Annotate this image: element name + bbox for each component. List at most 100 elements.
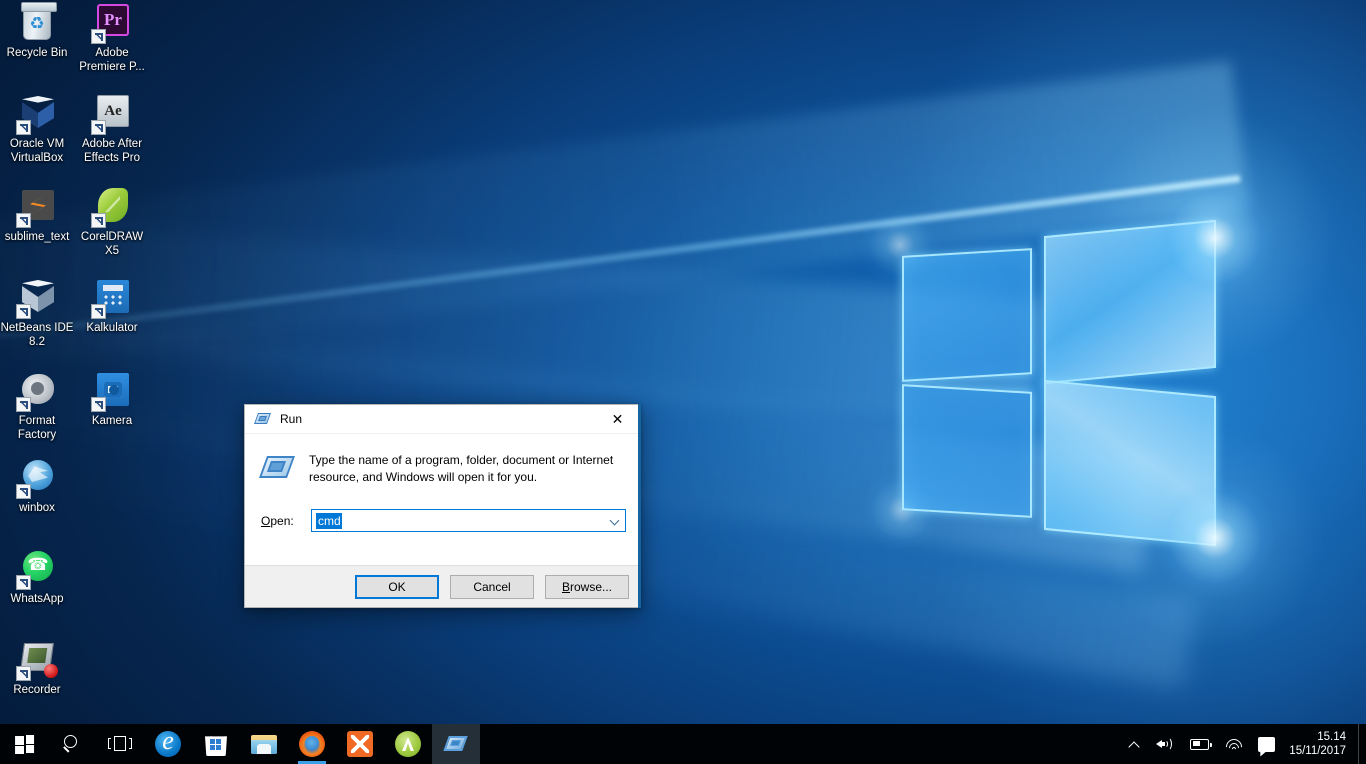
- browse-button[interactable]: Browse...: [545, 574, 629, 599]
- shortcut-arrow-icon: [91, 397, 106, 412]
- network-button[interactable]: [1217, 724, 1250, 764]
- volume-button[interactable]: [1148, 724, 1182, 764]
- shortcut-arrow-icon: [16, 575, 31, 590]
- taskbar-item-android-studio[interactable]: [384, 724, 432, 764]
- desktop-icon-label: Oracle VM VirtualBox: [9, 138, 65, 164]
- desktop[interactable]: Recycle Bin Pr Adobe Premiere P... Oracl…: [0, 0, 1366, 764]
- open-combobox[interactable]: cmd: [311, 509, 626, 532]
- volume-icon: [1156, 736, 1174, 752]
- desktop-icon-winbox[interactable]: winbox: [0, 457, 74, 516]
- windows-logo-pane: [1044, 379, 1216, 547]
- browse-button-accesskey: B: [561, 579, 570, 594]
- desktop-icon-label: CorelDRAW X5: [80, 231, 144, 257]
- whatsapp-icon: [16, 548, 58, 590]
- taskbar-item-run[interactable]: [432, 724, 480, 764]
- desktop-icon-label: WhatsApp: [10, 593, 64, 605]
- open-label: Open:: [261, 514, 311, 528]
- system-tray: 15.14 15/11/2017: [1121, 724, 1366, 764]
- windows-logo-pane: [902, 384, 1032, 518]
- run-program-icon: [258, 454, 296, 484]
- run-dialog[interactable]: Run ✕ Type the name of a program, folder…: [244, 404, 641, 608]
- clock-time: 15.14: [1317, 731, 1346, 743]
- taskbar-item-firefox[interactable]: [288, 724, 336, 764]
- recycle-bin-icon: [16, 2, 58, 44]
- desktop-icon-label: sublime_text: [4, 231, 70, 243]
- desktop-icon-recycle-bin[interactable]: Recycle Bin: [0, 2, 74, 61]
- shortcut-arrow-icon: [91, 304, 106, 319]
- sublime-text-icon: [16, 186, 58, 228]
- run-dialog-footer: OK Cancel Browse...: [245, 565, 640, 607]
- desktop-icon-adobe-premiere[interactable]: Pr Adobe Premiere P...: [75, 2, 149, 74]
- shortcut-arrow-icon: [16, 666, 31, 681]
- run-dialog-titlebar[interactable]: Run ✕: [245, 405, 640, 434]
- microsoft-store-icon: [205, 736, 227, 756]
- calculator-icon: [91, 277, 133, 319]
- taskbar-item-store[interactable]: [192, 724, 240, 764]
- action-center-button[interactable]: [1250, 724, 1283, 764]
- desktop-icon-label: Kalkulator: [86, 322, 138, 334]
- desktop-icon-recorder[interactable]: Recorder: [0, 639, 74, 698]
- desktop-icon-label: Kamera: [91, 415, 133, 427]
- desktop-icon-label: winbox: [19, 502, 55, 514]
- format-factory-icon: [16, 370, 58, 412]
- desktop-icon-label: Adobe Premiere P...: [79, 47, 145, 73]
- cancel-button[interactable]: Cancel: [450, 574, 534, 599]
- desktop-icon-label: Adobe After Effects Pro: [81, 138, 143, 164]
- run-dialog-title: Run: [280, 412, 303, 426]
- desktop-icon-format-factory[interactable]: Format Factory: [0, 370, 74, 442]
- open-field-row: Open: cmd: [245, 509, 640, 532]
- open-label-accesskey: O: [261, 513, 271, 528]
- desktop-icon-whatsapp[interactable]: WhatsApp: [0, 548, 74, 607]
- action-center-icon: [1258, 736, 1276, 752]
- desktop-icon-kalkulator[interactable]: Kalkulator: [75, 277, 149, 336]
- taskbar-item-edge[interactable]: [144, 724, 192, 764]
- clock[interactable]: 15.14 15/11/2017: [1283, 724, 1358, 764]
- desktop-icon-netbeans[interactable]: NetBeans IDE 8.2: [0, 277, 74, 349]
- android-studio-icon: [395, 731, 421, 757]
- camera-icon: [91, 370, 133, 412]
- task-view-button[interactable]: [96, 724, 144, 764]
- adobe-after-effects-icon: Ae: [91, 93, 133, 135]
- desktop-icon-after-effects[interactable]: Ae Adobe After Effects Pro: [75, 93, 149, 165]
- shortcut-arrow-icon: [91, 213, 106, 228]
- run-window-icon: [443, 734, 468, 754]
- desktop-icon-label: NetBeans IDE 8.2: [0, 322, 74, 348]
- desktop-icon-sublime-text[interactable]: sublime_text: [0, 186, 74, 245]
- task-view-icon: [108, 736, 132, 752]
- start-button[interactable]: [0, 724, 48, 764]
- taskbar-item-xampp[interactable]: [336, 724, 384, 764]
- wifi-icon: [1222, 735, 1246, 759]
- chevron-down-icon[interactable]: [604, 510, 625, 531]
- coreldraw-icon: [91, 186, 133, 228]
- battery-icon: [1190, 738, 1213, 750]
- shortcut-arrow-icon: [16, 304, 31, 319]
- open-input-value[interactable]: cmd: [316, 512, 342, 529]
- shortcut-arrow-icon: [16, 484, 31, 499]
- desktop-icon-virtualbox[interactable]: Oracle VM VirtualBox: [0, 93, 74, 165]
- ok-button[interactable]: OK: [355, 574, 439, 599]
- wallpaper: [0, 0, 1366, 764]
- desktop-icon-label: Format Factory: [17, 415, 57, 441]
- microsoft-edge-icon: [155, 731, 181, 757]
- windows-logo-pane: [902, 248, 1032, 382]
- shortcut-arrow-icon: [16, 120, 31, 135]
- battery-button[interactable]: [1182, 724, 1217, 764]
- show-hidden-icons-button[interactable]: [1121, 724, 1148, 764]
- run-dialog-body: Type the name of a program, folder, docu…: [245, 434, 640, 565]
- desktop-icon-kamera[interactable]: Kamera: [75, 370, 149, 429]
- desktop-icon-label: Recorder: [13, 684, 61, 696]
- desktop-icon-coreldraw[interactable]: CorelDRAW X5: [75, 186, 149, 258]
- taskbar-left: [0, 724, 480, 764]
- firefox-icon: [299, 731, 325, 757]
- desktop-icon-label: Recycle Bin: [6, 47, 68, 59]
- search-icon: [62, 734, 82, 754]
- xampp-icon: [347, 731, 373, 757]
- shortcut-arrow-icon: [91, 29, 106, 44]
- windows-logo-icon: [14, 734, 34, 754]
- shortcut-arrow-icon: [16, 397, 31, 412]
- close-icon[interactable]: ✕: [595, 405, 640, 434]
- show-desktop-button[interactable]: [1358, 724, 1366, 764]
- search-button[interactable]: [48, 724, 96, 764]
- taskbar[interactable]: 15.14 15/11/2017: [0, 724, 1366, 764]
- taskbar-item-file-explorer[interactable]: [240, 724, 288, 764]
